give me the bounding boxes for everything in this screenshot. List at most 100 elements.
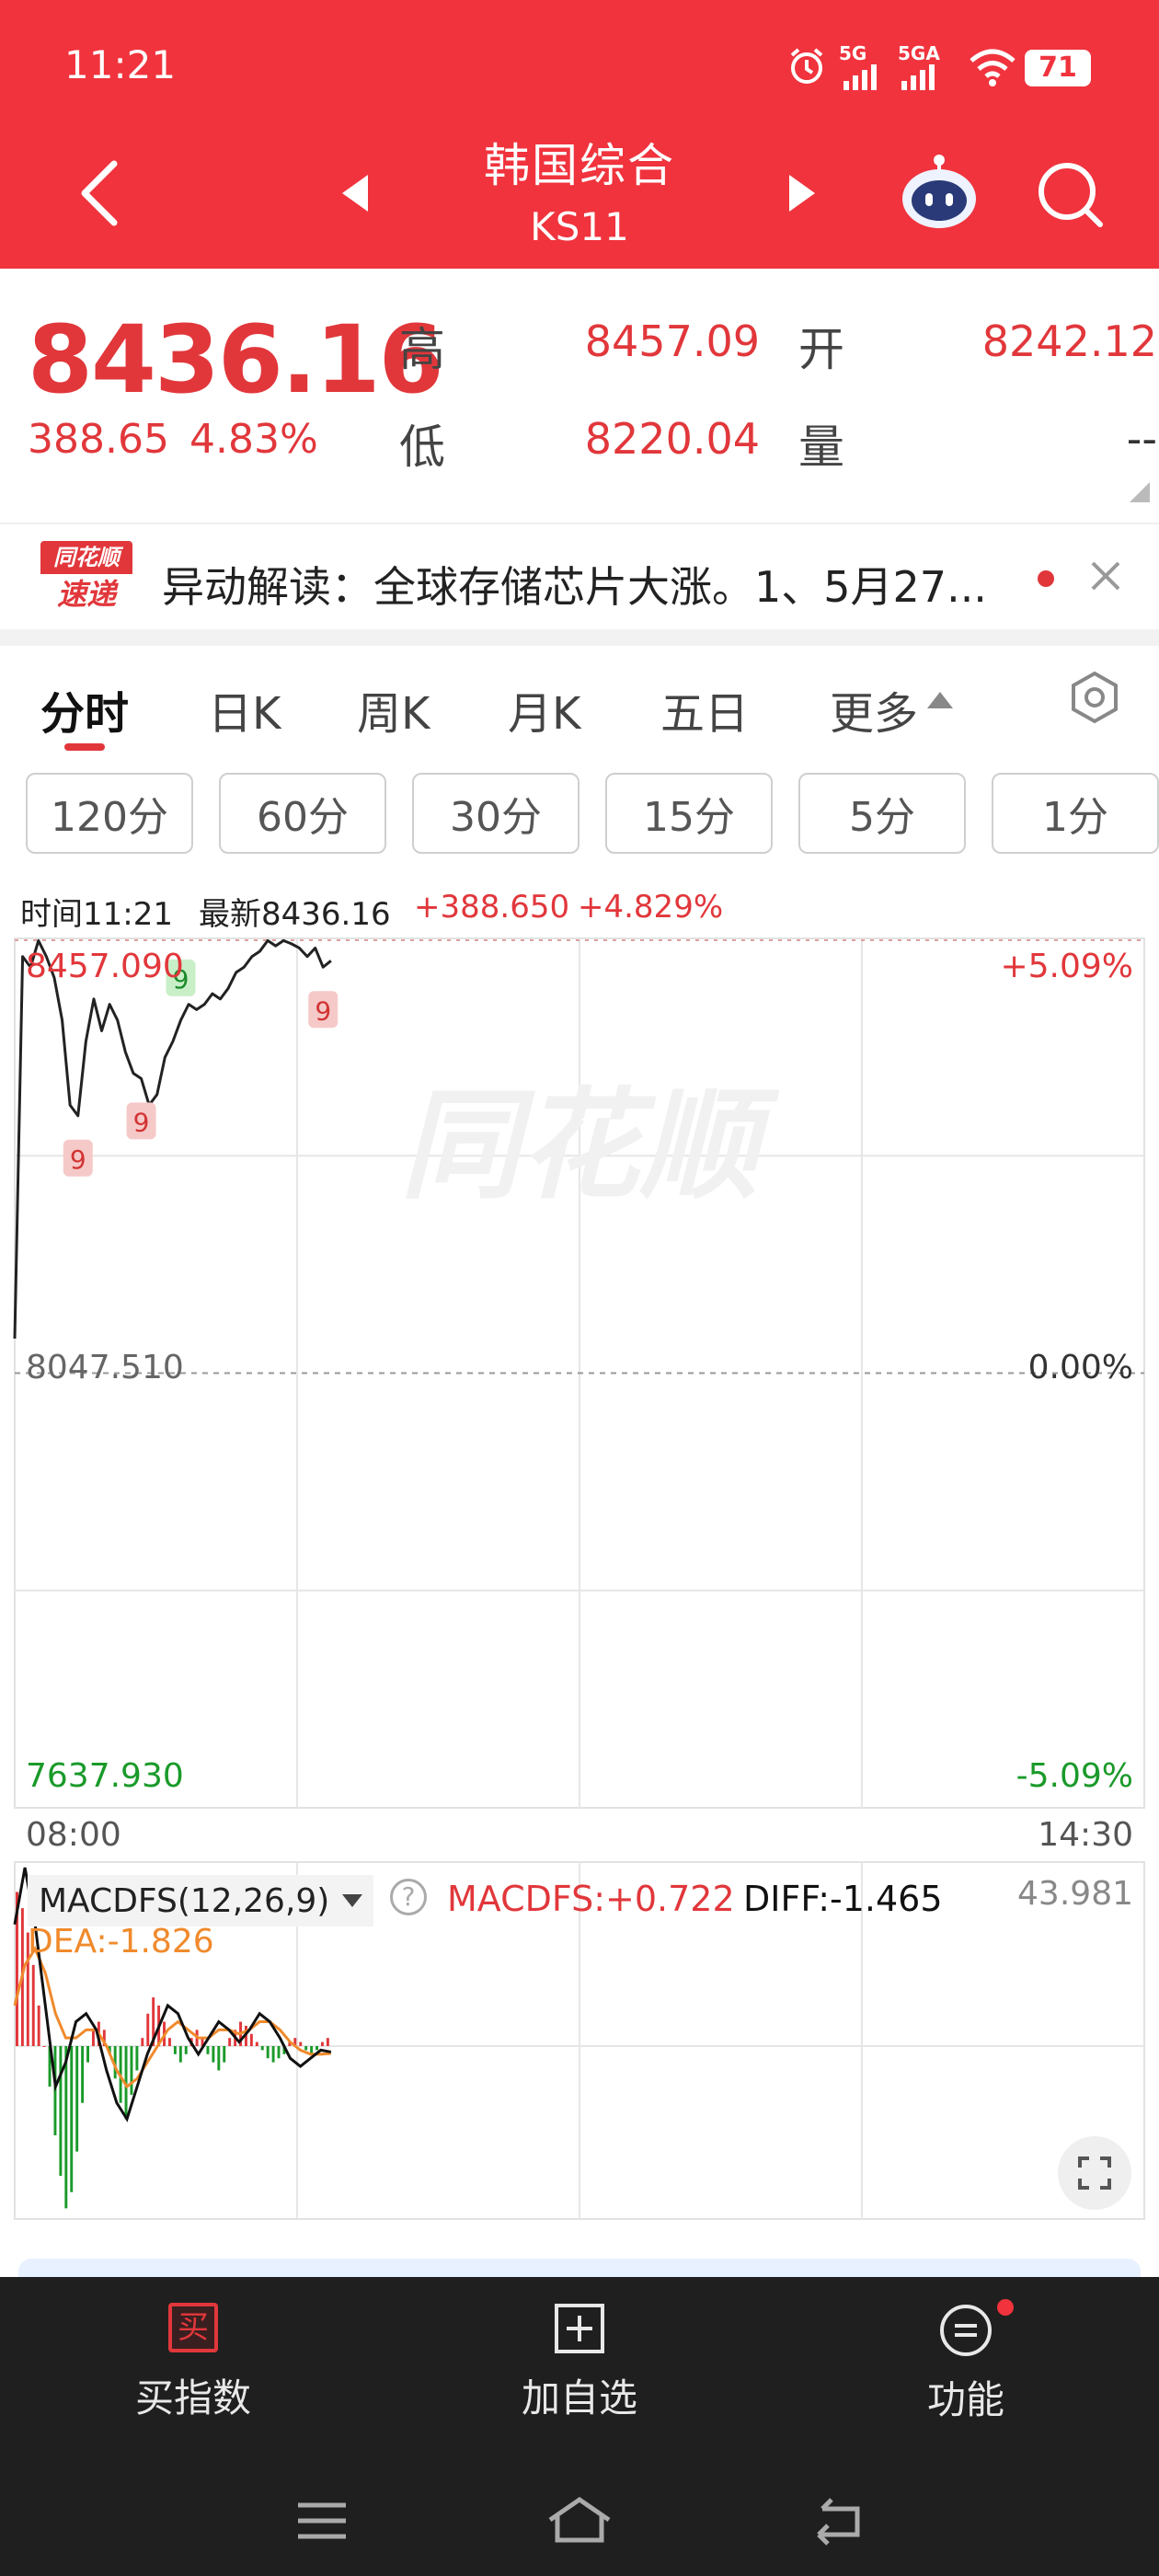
period-120min[interactable]: 120分 <box>26 773 193 854</box>
macd-histogram-bar <box>304 2046 308 2051</box>
nav-menu-button[interactable] <box>294 2498 350 2547</box>
macd-histogram-bar <box>141 2038 144 2046</box>
price-change-pct: 4.83% <box>189 416 318 463</box>
app-header: 11:21 5G 5GA 71 韩国综合 KS11 <box>0 0 1159 269</box>
buy-index-label: 买指数 <box>134 2375 251 2421</box>
macd-histogram-bar <box>228 2038 232 2046</box>
macd-histogram-bar <box>91 2030 95 2046</box>
nine-turn-marker-label: 9 <box>70 1144 86 1175</box>
y-axis-top-label: 8457.090 <box>26 948 184 985</box>
macd-histogram-bar <box>260 2046 264 2051</box>
search-icon <box>1039 163 1103 227</box>
period-5min[interactable]: 5分 <box>798 773 966 854</box>
battery-level: 71 <box>1039 52 1077 84</box>
nav-home-button[interactable] <box>546 2494 613 2549</box>
index-code: KS11 <box>530 204 629 249</box>
macd-histogram-bar <box>167 2038 171 2046</box>
next-index-button[interactable] <box>789 175 815 212</box>
macd-dea-line <box>13 1945 331 2089</box>
macd-histogram-bar <box>326 2038 329 2046</box>
functions-label: 功能 <box>926 2377 1004 2422</box>
buy-icon: 买 <box>168 2303 218 2352</box>
alarm-icon <box>786 46 827 86</box>
x-axis-end-label: 14:30 <box>1038 1816 1133 1854</box>
macd-indicator-name: MACDFS(12,26,9) <box>39 1881 330 1920</box>
search-button[interactable] <box>1034 158 1107 236</box>
functions-button[interactable]: 功能 <box>874 2299 1058 2432</box>
intraday-chart[interactable]: 同花顺 99999 8457.090 +5.09% 8047.510 0.00%… <box>0 890 1159 1812</box>
fullscreen-icon <box>1078 2156 1111 2190</box>
news-close-button[interactable] <box>1089 559 1122 596</box>
tab-monthly-k[interactable]: 月K <box>508 677 580 742</box>
tab-more[interactable]: 更多 <box>830 677 918 742</box>
high-value: 8457.09 <box>584 316 760 366</box>
current-price: 8436.16 <box>28 305 444 415</box>
x-axis-start-label: 08:00 <box>26 1816 121 1854</box>
news-unread-dot <box>1038 570 1054 587</box>
hexagon-settings-icon <box>1072 671 1118 724</box>
robot-assistant-button[interactable] <box>898 153 981 239</box>
macd-histogram-bar <box>206 2046 210 2054</box>
tab-five-day[interactable]: 五日 <box>660 677 749 742</box>
macd-histogram-bar <box>37 2005 40 2046</box>
add-watchlist-label: 加自选 <box>521 2375 637 2421</box>
signal-bars-icon <box>842 63 884 94</box>
index-title: 韩国综合 <box>484 139 675 192</box>
period-30min[interactable]: 30分 <box>412 773 580 854</box>
dropdown-caret-icon <box>342 1894 363 1907</box>
chart-watermark: 同花顺 <box>400 1075 780 1215</box>
macd-histogram-bar <box>135 2046 139 2071</box>
nine-turn-marker-label: 9 <box>315 995 331 1026</box>
macd-histogram-bar <box>316 2046 318 2051</box>
period-60min[interactable]: 60分 <box>219 773 386 854</box>
macd-histogram-bar <box>299 2041 303 2046</box>
low-label: 低 <box>399 420 445 474</box>
macd-histogram-bar <box>59 2046 63 2177</box>
tab-intraday[interactable]: 分时 <box>40 677 129 742</box>
news-banner[interactable]: 同花顺 速递 异动解读：全球存储芯片大涨。1、5月27... <box>0 524 1159 627</box>
macd-histogram-bar <box>86 2046 89 2063</box>
bottom-action-bar: 买 买指数 加自选 功能 <box>0 2277 1159 2576</box>
macd-histogram-bar <box>277 2046 281 2059</box>
nine-turn-marker-label: 9 <box>133 1107 150 1137</box>
macd-histogram-bar <box>217 2046 221 2071</box>
macd-diff-value: DIFF:-1.465 <box>743 1879 943 1919</box>
y-axis-mid-label: 8047.510 <box>26 1349 184 1386</box>
intraday-price-line <box>13 938 332 1340</box>
pct-axis-top-label: +5.09% <box>1000 948 1133 985</box>
y-axis-bottom-label: 7637.930 <box>26 1757 184 1795</box>
low-value: 8220.04 <box>584 414 760 464</box>
buy-index-button[interactable]: 买 买指数 <box>101 2303 285 2432</box>
tab-weekly-k[interactable]: 周K <box>357 677 430 742</box>
macd-histogram-bar <box>178 2046 182 2063</box>
macd-help-button[interactable]: ? <box>390 1879 427 1915</box>
macd-indicator-selector[interactable]: MACDFS(12,26,9) <box>28 1875 374 1926</box>
macd-histogram-bar <box>255 2041 258 2046</box>
macd-chart[interactable]: MACDFS(12,26,9) ? MACDFS:+0.722 DIFF:-1.… <box>0 1858 1159 2223</box>
macdfs-value: MACDFS:+0.722 <box>447 1879 735 1919</box>
macd-histogram-bar <box>31 1964 35 2046</box>
nav-back-button[interactable] <box>809 2496 868 2549</box>
period-1min[interactable]: 1分 <box>992 773 1159 854</box>
macd-histogram-bar <box>70 2046 74 2192</box>
macd-histogram-bar <box>320 2041 324 2046</box>
signal-5ga-label: 5GA <box>898 42 940 64</box>
fullscreen-button[interactable] <box>1058 2136 1131 2210</box>
expand-corner-icon <box>1130 482 1150 502</box>
crosshair-change-pct: +4.829% <box>578 889 724 926</box>
news-logo: 同花顺 速递 <box>40 541 132 615</box>
battery-icon: 71 <box>1025 50 1091 86</box>
macd-histogram-bar <box>271 2046 275 2063</box>
macd-histogram-bar <box>173 2046 177 2054</box>
tab-daily-k[interactable]: 日K <box>208 677 281 742</box>
chart-settings-button[interactable] <box>1067 670 1122 729</box>
back-arrow-icon <box>817 2498 860 2546</box>
macd-histogram-bar <box>223 2046 226 2063</box>
period-15min[interactable]: 15分 <box>605 773 773 854</box>
macd-histogram-bar <box>75 2046 79 2152</box>
macd-histogram-bar <box>130 2046 133 2095</box>
pct-axis-bottom-label: -5.09% <box>1016 1757 1133 1795</box>
add-watchlist-button[interactable]: 加自选 <box>488 2303 671 2432</box>
macd-histogram-bar <box>64 2046 68 2209</box>
volume-label: 量 <box>798 420 844 474</box>
